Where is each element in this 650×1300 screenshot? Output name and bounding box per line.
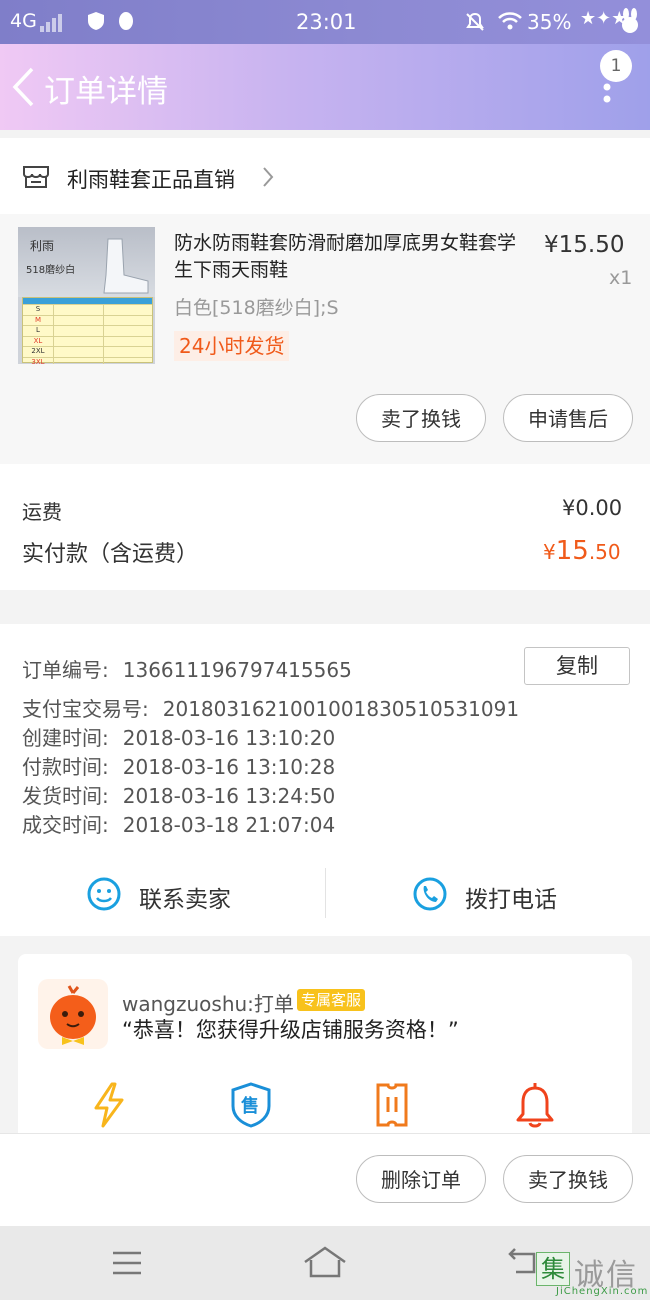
phone-icon (413, 877, 447, 911)
paid-label: 实付款（含运费） (22, 542, 199, 567)
chat-smile-icon (87, 877, 121, 911)
size-table-cell: XL (33, 336, 43, 345)
size-table-row: 2XL (23, 346, 152, 357)
sale-service-icon[interactable]: 售 (230, 1082, 272, 1128)
shipping-tag: 24小时发货 (174, 331, 290, 361)
notification-badge[interactable]: 1 (600, 50, 632, 82)
size-table-row: M (23, 314, 152, 325)
rain-boot-image (103, 238, 149, 294)
system-nav-bar: 集 诚信 JiChengXin.com (0, 1226, 650, 1300)
mute-bell-icon (466, 12, 484, 31)
order-number-value: 136611196797415565 (122, 658, 352, 682)
size-table-cell: S (35, 305, 41, 313)
promo-message: “恭喜！您获得升级店铺服务资格！” (122, 1018, 459, 1042)
store-icon (23, 166, 49, 188)
signal-icon (40, 14, 62, 32)
order-number-row: 订单编号: 136611196797415565 (22, 654, 352, 683)
completed-time-value: 2018-03-18 21:07:04 (122, 813, 336, 837)
paid-amount: ¥15.50 (543, 536, 621, 566)
size-table-row: 3XL (23, 356, 152, 365)
size-table-cell: L (36, 326, 40, 334)
paid-currency: ¥ (543, 540, 556, 564)
product-price: ¥15.50 (544, 232, 625, 258)
shop-name: 利雨鞋套正品直销 (67, 168, 235, 192)
shipped-time-label: 发货时间: (22, 784, 109, 808)
alipay-label: 支付宝交易号: (22, 697, 149, 721)
shipped-time-value: 2018-03-16 13:24:50 (122, 784, 336, 808)
product-variant: 白色[518磨纱白];S (174, 297, 339, 319)
order-info: 订单编号: 136611196797415565 复制 支付宝交易号: 201803… (0, 624, 650, 936)
back-arrow-icon[interactable] (10, 66, 36, 108)
shipping-value: ¥0.00 (562, 496, 623, 520)
network-indicator: 4G (10, 10, 37, 32)
app-bar: 订单详情 1 (0, 44, 650, 130)
size-table: S M L XL 2XL 3XL (22, 297, 153, 365)
size-table-cell: 2XL (31, 347, 45, 355)
promo-badge: 专属客服 (297, 989, 366, 1011)
page-title: 订单详情 (44, 74, 168, 110)
product-title[interactable]: 防水防雨鞋套防滑耐磨加厚底男女鞋套学生下雨天雨鞋 (174, 230, 526, 284)
shield-app-icon (88, 12, 104, 30)
product-card: 利雨 518磨纱白 S M L XL 2XL 3XL 防水防雨鞋套防滑耐磨加厚底男女鞋套学… (0, 214, 650, 464)
created-time-row: 创建时间: 2018-03-16 13:10:20 (22, 722, 335, 751)
contact-seller-label: 联系卖家 (139, 887, 231, 913)
promo-name: wangzuoshu:打单 (122, 992, 294, 1016)
completed-time-row: 成交时间: 2018-03-18 21:07:04 (22, 809, 335, 838)
watermark-url: JiChengXin.com (556, 1286, 649, 1297)
alipay-value: 2018031621001001830510531091 (162, 697, 520, 721)
bell-icon[interactable] (514, 1082, 556, 1128)
created-time-label: 创建时间: (22, 726, 109, 750)
wifi-icon (498, 12, 522, 30)
payment-summary: 运费 ¥0.00 实付款（含运费） ¥15.50 (0, 464, 650, 590)
sell-for-cash-button[interactable]: 卖了换钱 (503, 1155, 633, 1203)
product-thumbnail[interactable]: 利雨 518磨纱白 S M L XL 2XL 3XL (18, 227, 155, 364)
bottom-action-bar: 删除订单 卖了换钱 (0, 1133, 650, 1226)
size-table-cell: 3XL (31, 357, 45, 365)
paid-integer: 15 (555, 536, 589, 566)
thumb-title: 利雨 (30, 239, 55, 253)
copy-button[interactable]: 复制 (524, 647, 630, 685)
battery-level: 35% (527, 10, 572, 34)
order-number-label: 订单编号: (22, 658, 109, 682)
lightning-icon[interactable] (90, 1082, 128, 1128)
sell-button[interactable]: 卖了换钱 (356, 394, 486, 442)
ticket-icon[interactable] (374, 1082, 410, 1128)
qq-icon (119, 12, 133, 30)
paid-decimal: .50 (588, 540, 621, 564)
paid-time-label: 付款时间: (22, 755, 109, 779)
size-table-cell: M (34, 315, 42, 324)
completed-time-label: 成交时间: (22, 813, 109, 837)
paid-time-row: 付款时间: 2018-03-16 13:10:28 (22, 751, 335, 780)
watermark-logo: 集 (536, 1252, 570, 1286)
home-icon[interactable] (303, 1246, 347, 1278)
size-table-row: XL (23, 335, 152, 346)
menu-icon[interactable] (111, 1250, 143, 1276)
clock: 23:01 (296, 10, 357, 34)
shipping-label: 运费 (22, 500, 62, 524)
bunny-icon (622, 8, 638, 33)
call-phone-button[interactable]: 拨打电话 (326, 864, 650, 924)
sale-char: 售 (241, 1096, 259, 1117)
product-quantity: x1 (609, 267, 633, 289)
alipay-row: 支付宝交易号: 2018031621001001830510531091 (22, 693, 519, 722)
promo-card[interactable]: wangzuoshu:打单 专属客服 “恭喜！您获得升级店铺服务资格！” 售 (18, 954, 632, 1154)
promo-avatar (38, 979, 108, 1049)
back-nav-icon[interactable] (506, 1248, 540, 1276)
call-phone-label: 拨打电话 (465, 887, 557, 913)
size-table-row: L (23, 325, 152, 336)
status-bar: 4G 23:01 35% ★✦★ (0, 0, 650, 44)
more-menu-icon[interactable] (601, 82, 613, 106)
created-time-value: 2018-03-16 13:10:20 (122, 726, 336, 750)
after-sales-button[interactable]: 申请售后 (503, 394, 633, 442)
shop-row[interactable]: 利雨鞋套正品直销 (0, 138, 650, 214)
delete-order-button[interactable]: 删除订单 (356, 1155, 486, 1203)
thumb-subtitle: 518磨纱白 (26, 265, 76, 276)
paid-time-value: 2018-03-16 13:10:28 (122, 755, 336, 779)
chevron-right-icon (263, 167, 274, 187)
mascot-icon (50, 985, 96, 1045)
size-table-row: S (23, 304, 152, 315)
contact-seller-button[interactable]: 联系卖家 (0, 864, 325, 924)
shipped-time-row: 发货时间: 2018-03-16 13:24:50 (22, 780, 335, 809)
